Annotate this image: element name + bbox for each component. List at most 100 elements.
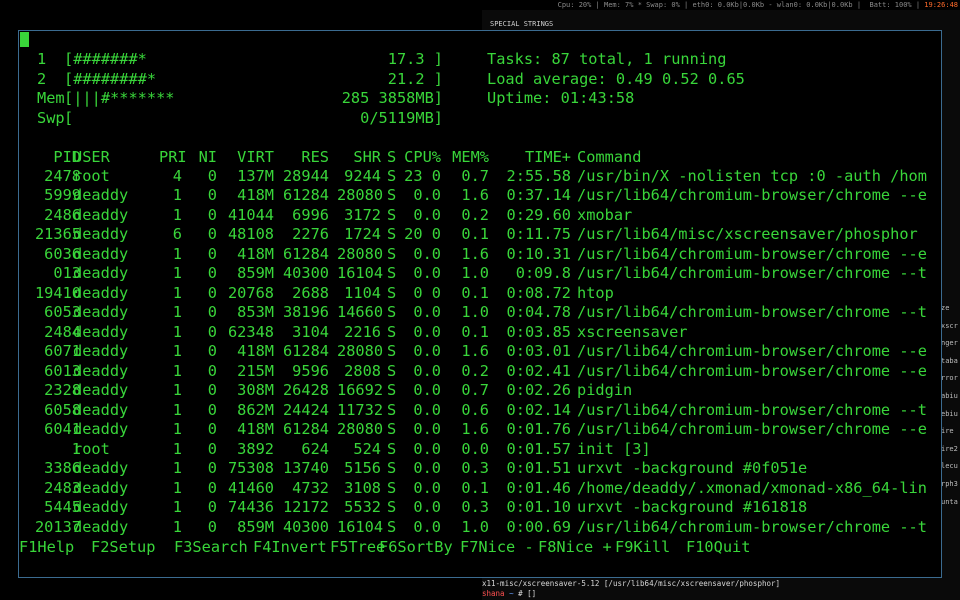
- function-key-f6[interactable]: F6SortBy: [379, 538, 453, 557]
- prompt-symbol: # []: [518, 589, 537, 598]
- column-header-user[interactable]: USER: [73, 148, 110, 167]
- cpu1-label: 1: [37, 50, 47, 68]
- process-command: init [3]: [577, 439, 651, 458]
- function-key-f5[interactable]: F5Tree: [330, 538, 385, 557]
- process-shr: 16104: [337, 264, 384, 283]
- function-key-f2[interactable]: F2Setup: [91, 538, 155, 557]
- process-pri: 1: [172, 283, 182, 302]
- column-header-shr[interactable]: SHR: [337, 148, 381, 167]
- cpu2-value: 21.2 ]: [387, 69, 443, 88]
- process-pri: 1: [172, 498, 182, 517]
- process-mem: 1.6: [461, 186, 489, 205]
- process-res: 61284: [282, 420, 329, 439]
- process-command: urxvt -background #161818: [577, 498, 808, 517]
- process-command: /usr/lib64/chromium-browser/chrome --e: [577, 244, 927, 263]
- side-fragment: ire2: [941, 444, 958, 453]
- xmobar-clock: 19:26:48: [924, 1, 958, 9]
- column-header-pri[interactable]: PRI: [159, 148, 187, 167]
- process-ni: 0: [207, 439, 217, 458]
- column-header-time[interactable]: TIME+: [495, 148, 571, 167]
- function-key-code: F2: [91, 537, 110, 556]
- process-user: deaddy: [73, 205, 129, 224]
- process-res: 12172: [282, 498, 329, 517]
- process-mem: 1.6: [461, 420, 489, 439]
- side-fragment: taba: [941, 356, 958, 365]
- prompt-path: ~: [509, 589, 514, 598]
- side-fragment: unta: [941, 497, 958, 506]
- process-mem: 0.3: [461, 459, 489, 478]
- process-virt: 3892: [237, 439, 274, 458]
- process-pri: 6: [172, 225, 182, 244]
- function-key-code: F3: [174, 537, 193, 556]
- process-cpu: 0.0: [413, 381, 441, 400]
- process-command: xscreensaver: [577, 322, 688, 341]
- process-mem: 0.1: [461, 322, 489, 341]
- background-shell-prompt[interactable]: shana ~ # []: [482, 589, 536, 598]
- function-key-code: F7: [460, 537, 479, 556]
- function-key-f9[interactable]: F9Kill: [615, 538, 670, 557]
- function-key-f8[interactable]: F8Nice +: [538, 538, 612, 557]
- column-header-pid[interactable]: PID: [19, 148, 81, 167]
- column-header-state[interactable]: S: [387, 148, 396, 167]
- process-mem: 0.1: [461, 225, 489, 244]
- process-mem: 1.6: [461, 342, 489, 361]
- process-mem: 0.7: [461, 381, 489, 400]
- process-pid: 6071: [44, 342, 81, 361]
- process-time: 0:11.75: [506, 225, 571, 244]
- function-key-f3[interactable]: F3Search: [174, 538, 248, 557]
- process-shr: 16692: [337, 381, 384, 400]
- process-shr: 11732: [337, 400, 384, 419]
- process-cpu: 20 0: [404, 225, 441, 244]
- process-time: 0:02.26: [506, 381, 571, 400]
- process-virt: 74436: [227, 498, 274, 517]
- function-key-f4[interactable]: F4Invert: [253, 538, 327, 557]
- process-time: 0:01.10: [506, 498, 571, 517]
- xmobar-status-bar: Cpu: 20% | Mem: 7% * Swap: 0% | eth0: 0.…: [0, 0, 960, 10]
- column-header-command[interactable]: Command: [577, 148, 641, 167]
- process-command: /usr/lib64/chromium-browser/chrome --e: [577, 361, 927, 380]
- process-res: 26428: [282, 381, 329, 400]
- process-time: 0:03.01: [506, 342, 571, 361]
- column-header-res[interactable]: RES: [281, 148, 329, 167]
- process-time: 2:55.58: [506, 167, 571, 185]
- process-command: htop: [577, 283, 614, 302]
- process-pid: 013: [53, 264, 81, 283]
- process-time: 0:01.76: [506, 420, 571, 439]
- process-command: pidgin: [577, 381, 633, 400]
- process-ni: 0: [207, 361, 217, 380]
- background-window-header: SPECIAL STRINGS: [490, 20, 554, 28]
- process-virt: 418M: [237, 342, 274, 361]
- process-pri: 1: [172, 381, 182, 400]
- function-key-label: Quit: [713, 537, 751, 556]
- function-key-f7[interactable]: F7Nice -: [460, 538, 534, 557]
- function-key-label: Invert: [271, 537, 327, 556]
- process-virt: 418M: [237, 420, 274, 439]
- process-virt: 418M: [237, 186, 274, 205]
- process-res: 6996: [292, 205, 329, 224]
- process-pid: 1: [71, 439, 81, 458]
- column-header-virt[interactable]: VIRT: [224, 148, 274, 167]
- process-state: S: [387, 420, 397, 439]
- side-fragment: ze: [941, 304, 950, 312]
- swp-bar: [: [64, 108, 74, 127]
- process-pri: 1: [172, 478, 182, 497]
- function-key-f10[interactable]: F10Quit: [686, 538, 750, 557]
- process-state: S: [387, 283, 397, 302]
- htop-terminal-window[interactable]: 1 [#######* 17.3 ] 2 [########* 21.2 ] M…: [18, 30, 942, 578]
- process-res: 2276: [292, 225, 329, 244]
- process-pid: 2484: [44, 322, 81, 341]
- function-key-code: F10: [686, 537, 714, 556]
- column-header-cpu[interactable]: CPU%: [402, 148, 441, 167]
- process-cpu: 0.0: [413, 186, 441, 205]
- function-key-code: F6: [379, 537, 398, 556]
- function-key-label: Nice +: [556, 537, 612, 556]
- process-mem: 0.2: [461, 205, 489, 224]
- process-pid: 5445: [44, 498, 81, 517]
- side-fragment: ebiu: [941, 409, 958, 418]
- process-cpu: 0.0: [413, 205, 441, 224]
- column-header-ni[interactable]: NI: [194, 148, 217, 167]
- function-key-f1[interactable]: F1Help: [19, 538, 74, 557]
- process-ni: 0: [207, 264, 217, 283]
- process-ni: 0: [207, 420, 217, 439]
- column-header-mem[interactable]: MEM%: [447, 148, 489, 167]
